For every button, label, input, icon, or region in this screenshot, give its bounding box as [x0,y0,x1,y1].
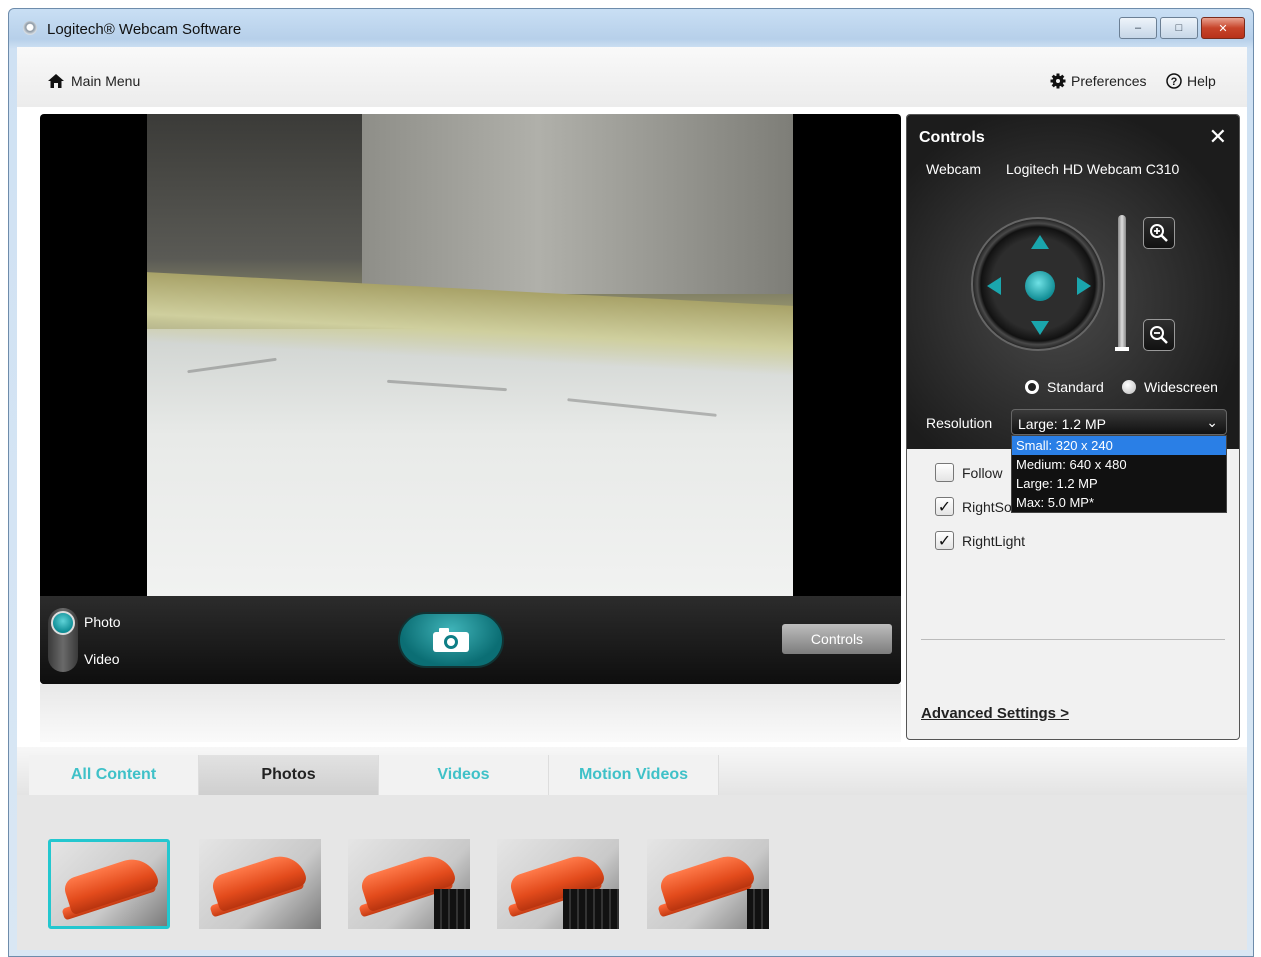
tab-videos[interactable]: Videos [379,755,549,795]
preferences-label: Preferences [1071,73,1147,89]
preferences-link[interactable]: Preferences [1050,73,1146,89]
title-bar[interactable]: Logitech® Webcam Software – □ ✕ [9,9,1253,45]
stage-reflection [40,684,901,742]
close-button[interactable]: ✕ [1201,17,1245,39]
camera-icon [433,628,469,652]
zoom-out-button[interactable] [1143,319,1175,351]
rightlight-checkbox[interactable]: ✓ [935,531,954,550]
webcam-app-icon [23,21,37,35]
app-window: Logitech® Webcam Software – □ ✕ Main Men… [8,8,1254,957]
rightlight-option[interactable]: ✓ RightLight [935,531,1025,550]
zoom-in-icon [1150,224,1168,242]
rightsound-option[interactable]: ✓ RightSo [935,497,1012,516]
tab-all-content[interactable]: All Content [29,755,199,795]
take-photo-button[interactable] [398,612,504,668]
resolution-select[interactable]: Large: 1.2 MP ⌄ [1011,409,1227,435]
pan-tilt-pad [971,217,1105,351]
resolution-label: Resolution [926,415,993,431]
stapler-image [61,852,161,916]
resolution-option-medium[interactable]: Medium: 640 x 480 [1012,455,1226,474]
gear-icon [1050,73,1066,89]
top-toolbar: Main Menu Preferences ? Help [17,47,1247,107]
zoom-slider[interactable] [1118,215,1126,351]
window-title: Logitech® Webcam Software [47,21,242,38]
rightsound-checkbox[interactable]: ✓ [935,497,954,516]
stapler-image [209,849,309,913]
widescreen-radio[interactable] [1122,380,1136,394]
photo-thumbnail[interactable] [348,839,470,929]
aspect-widescreen-option[interactable]: Widescreen [1122,379,1218,395]
aspect-standard-option[interactable]: Standard [1025,379,1104,395]
keyboard-image [434,889,470,929]
photo-gallery [17,795,1247,950]
controls-button[interactable]: Controls [782,624,892,654]
main-menu-link[interactable]: Main Menu [47,73,140,89]
zoom-out-icon [1150,326,1168,344]
help-icon: ? [1166,73,1182,89]
keyboard-image [563,889,619,929]
zoom-in-button[interactable] [1143,217,1175,249]
controls-panel: Controls ✕ Webcam Logitech HD Webcam C31… [906,114,1240,740]
photo-video-toggle[interactable] [48,608,78,672]
pan-left-arrow-icon[interactable] [987,277,1001,295]
controls-panel-title: Controls [919,129,985,146]
toggle-knob[interactable] [51,611,75,635]
photo-thumbnail[interactable] [199,839,321,929]
tab-motion-videos[interactable]: Motion Videos [549,755,719,795]
center-view-button[interactable] [1025,271,1055,301]
home-icon [48,74,64,88]
help-link[interactable]: ? Help [1166,73,1216,89]
photo-thumbnail[interactable] [647,839,769,929]
webcam-label: Webcam [926,161,981,177]
advanced-settings-link[interactable]: Advanced Settings > [921,705,1069,722]
content-tabs: All Content Photos Videos Motion Videos [17,747,1247,795]
panel-divider [921,639,1225,640]
widescreen-label: Widescreen [1144,379,1218,395]
photo-thumbnail[interactable] [48,839,170,929]
follow-checkbox[interactable] [935,463,954,482]
resolution-selected-value: Large: 1.2 MP [1018,416,1106,432]
resolution-option-large[interactable]: Large: 1.2 MP [1012,474,1226,493]
webcam-name[interactable]: Logitech HD Webcam C310 [1006,161,1179,177]
help-label: Help [1187,73,1216,89]
pan-down-arrow-icon[interactable] [1031,321,1049,335]
standard-label: Standard [1047,379,1104,395]
standard-radio[interactable] [1025,380,1039,394]
follow-label: Follow [962,464,1003,481]
follow-option[interactable]: Follow [935,463,1002,482]
controls-panel-dark-area: Controls ✕ Webcam Logitech HD Webcam C31… [907,115,1239,449]
zoom-slider-thumb[interactable] [1115,347,1129,351]
preview-background-object [362,114,793,294]
stapler-image [657,849,757,913]
capture-toolbar: Photo Video Controls [40,596,901,684]
main-menu-label: Main Menu [71,73,141,89]
client-area: Main Menu Preferences ? Help Photo Video… [17,47,1247,950]
resolution-option-max[interactable]: Max: 5.0 MP* [1012,493,1226,512]
svg-text:?: ? [1171,76,1178,88]
maximize-button[interactable]: □ [1160,17,1198,39]
pan-right-arrow-icon[interactable] [1077,277,1091,295]
webcam-preview [147,114,793,596]
photo-thumbnail[interactable] [497,839,619,929]
mode-video-label[interactable]: Video [84,651,120,667]
video-stage: Photo Video Controls [40,114,901,684]
panel-close-icon[interactable]: ✕ [1209,126,1227,148]
mode-photo-label[interactable]: Photo [84,614,121,630]
keyboard-image [747,889,769,929]
pan-up-arrow-icon[interactable] [1031,235,1049,249]
tab-photos[interactable]: Photos [199,755,379,795]
rightlight-label: RightLight [962,532,1026,549]
resolution-option-small[interactable]: Small: 320 x 240 [1012,436,1226,455]
chevron-down-icon: ⌄ [1206,414,1218,430]
window-controls: – □ ✕ [1119,17,1245,39]
minimize-button[interactable]: – [1119,17,1157,39]
resolution-dropdown-list: Small: 320 x 240 Medium: 640 x 480 Large… [1011,435,1227,513]
rightsound-label: RightSo [962,498,1012,515]
